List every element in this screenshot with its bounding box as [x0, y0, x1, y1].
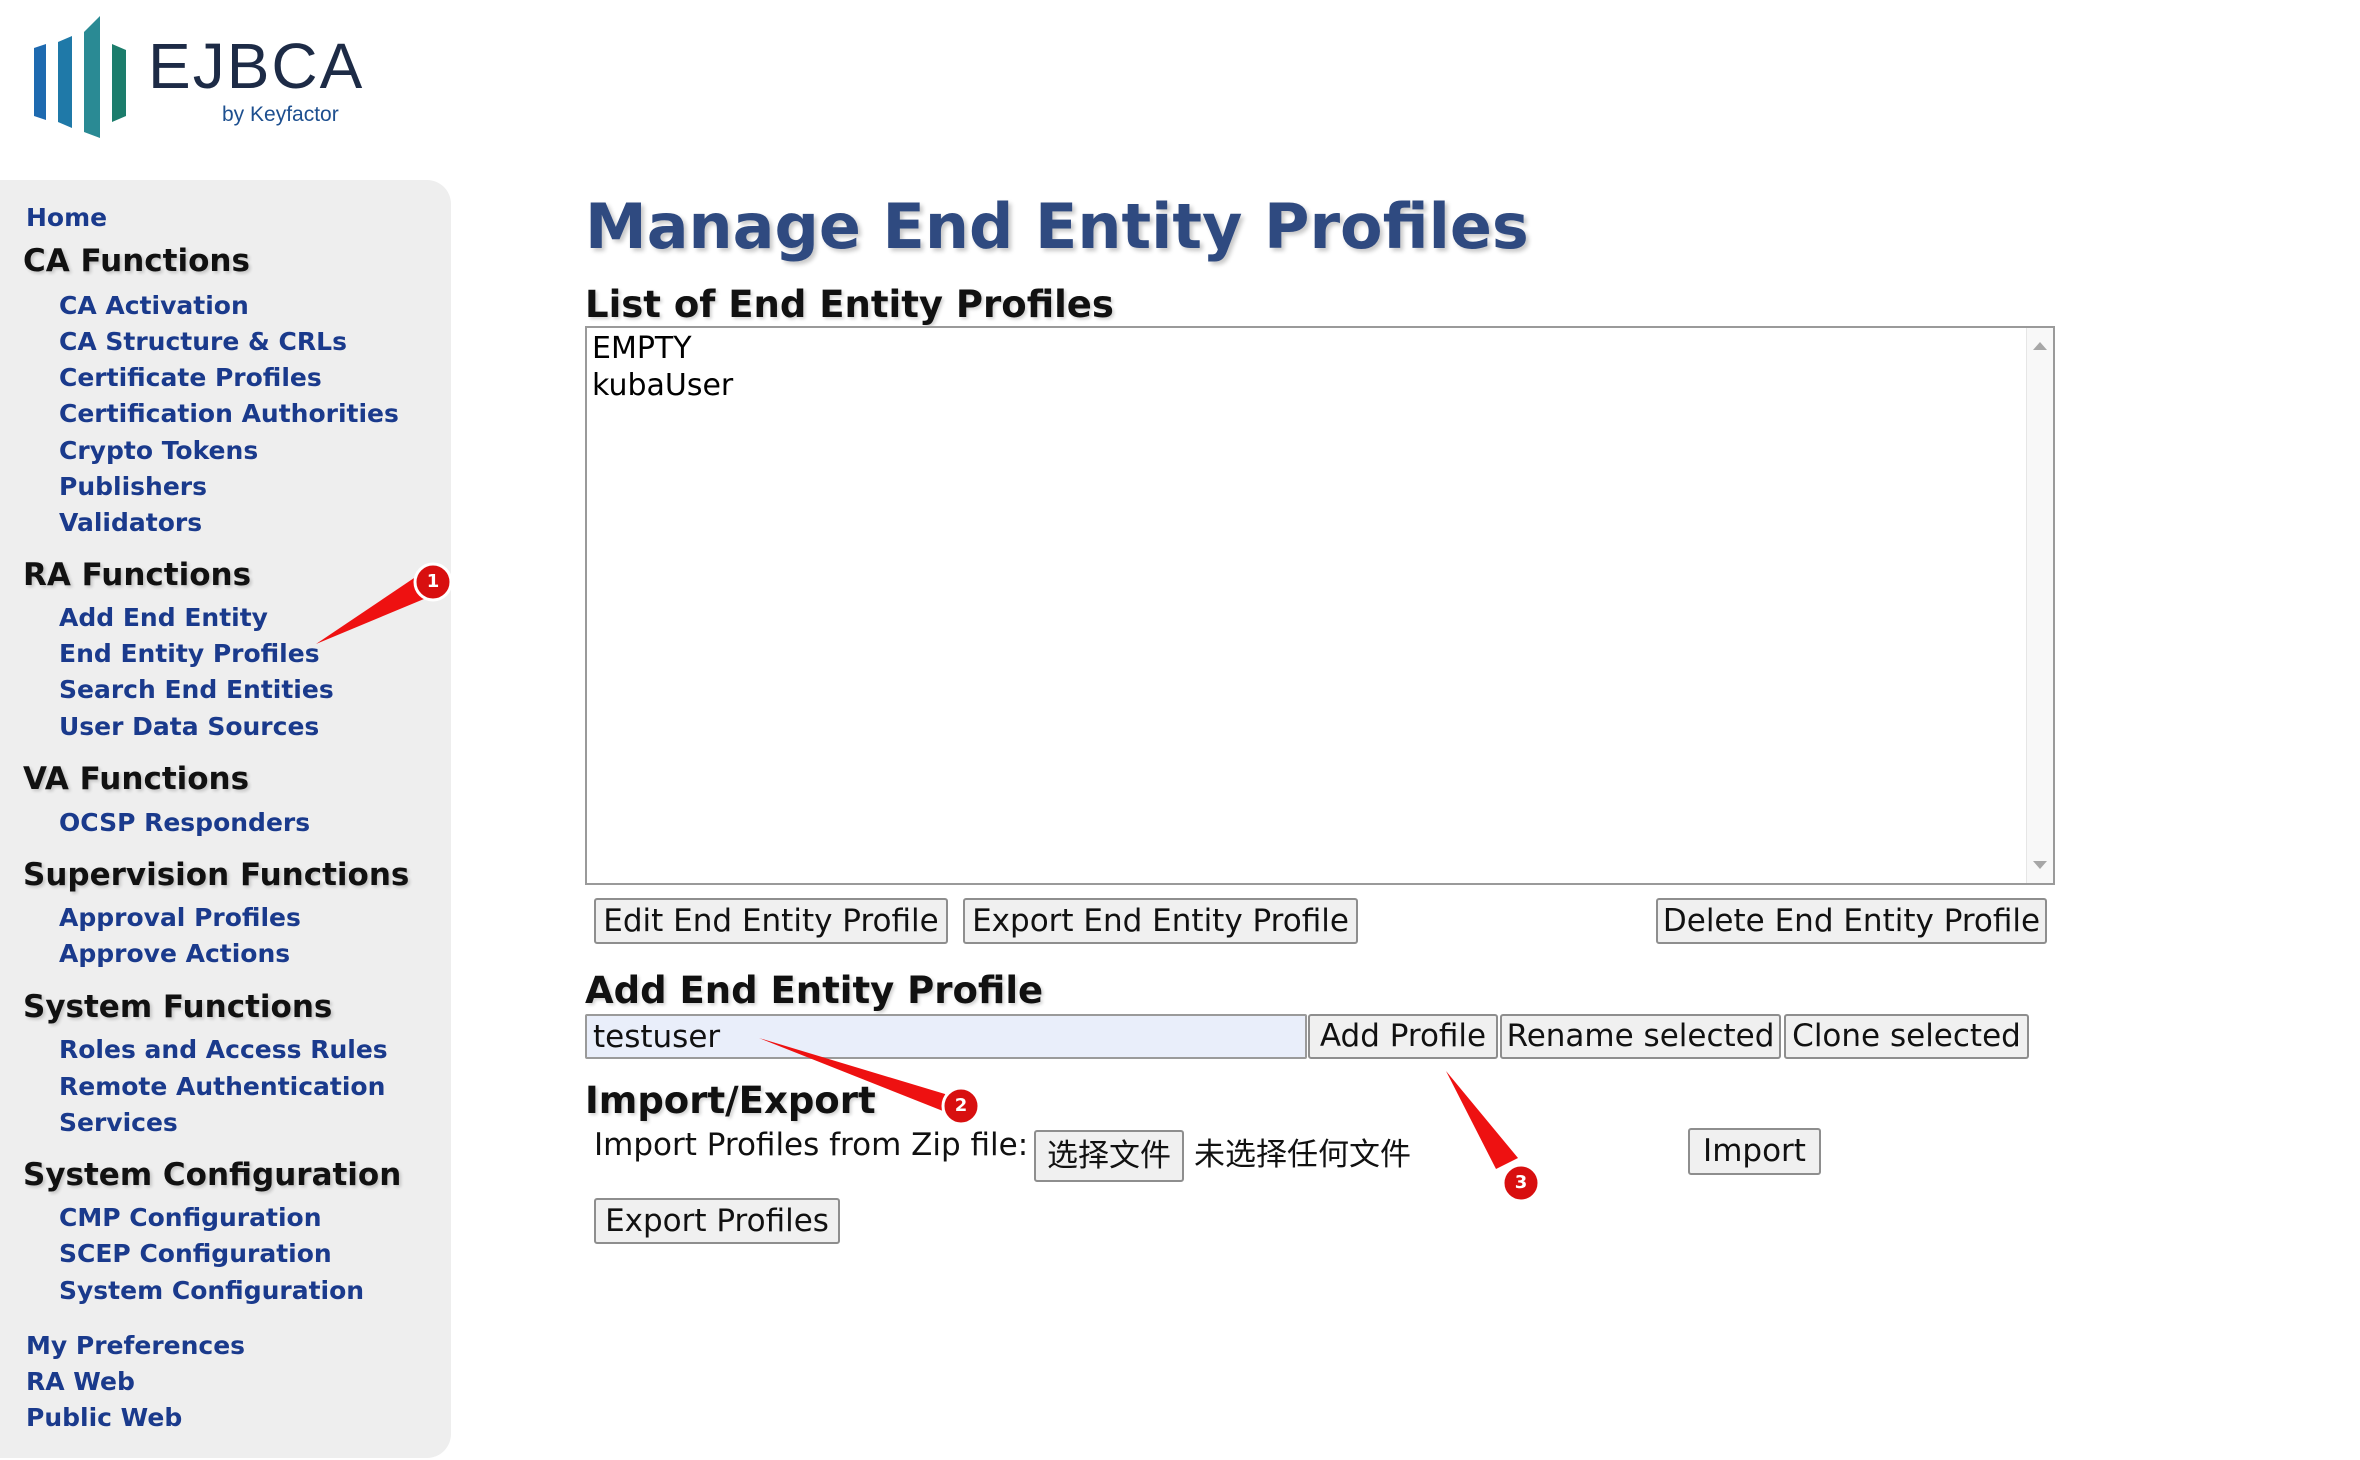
profile-name-input[interactable]	[585, 1014, 1307, 1059]
nav-search-end-entities[interactable]: Search End Entities	[59, 677, 334, 702]
ejbca-logo: EJBCA by Keyfactor	[28, 14, 368, 144]
nav-heading-system-functions: System Functions	[23, 989, 333, 1025]
list-item-profile[interactable]: EMPTY	[592, 334, 692, 364]
nav-home[interactable]: Home	[26, 205, 107, 230]
choose-file-button[interactable]: 选择文件	[1034, 1130, 1184, 1182]
profile-listbox[interactable]: EMPTY kubaUser	[585, 326, 2055, 885]
edit-profile-button[interactable]: Edit End Entity Profile	[594, 898, 948, 944]
nav-add-end-entity[interactable]: Add End Entity	[59, 605, 268, 630]
nav-approval-profiles[interactable]: Approval Profiles	[59, 905, 301, 930]
rename-selected-button[interactable]: Rename selected	[1500, 1014, 1781, 1059]
nav-end-entity-profiles[interactable]: End Entity Profiles	[59, 641, 320, 666]
nav-heading-ca-functions: CA Functions	[23, 243, 250, 279]
nav-publishers[interactable]: Publishers	[59, 474, 207, 499]
annotation-marker-3: 3	[1514, 1172, 1528, 1193]
nav-heading-ra-functions: RA Functions	[23, 557, 252, 593]
list-heading: List of End Entity Profiles	[585, 283, 1114, 326]
sidebar-nav: Home CA Functions CA Activation CA Struc…	[0, 180, 451, 1458]
list-scrollbar[interactable]	[2026, 328, 2053, 883]
nav-scep-configuration[interactable]: SCEP Configuration	[59, 1241, 332, 1266]
delete-profile-button[interactable]: Delete End Entity Profile	[1656, 898, 2047, 944]
nav-approve-actions[interactable]: Approve Actions	[59, 941, 290, 966]
logo-tagline: by Keyfactor	[222, 103, 339, 126]
export-profiles-button[interactable]: Export Profiles	[594, 1198, 840, 1244]
nav-roles-access-rules[interactable]: Roles and Access Rules	[59, 1037, 388, 1062]
nav-certification-authorities[interactable]: Certification Authorities	[59, 401, 399, 426]
logo-bars-icon	[34, 16, 126, 138]
nav-cmp-configuration[interactable]: CMP Configuration	[59, 1205, 322, 1230]
nav-user-data-sources[interactable]: User Data Sources	[59, 714, 319, 739]
nav-system-configuration[interactable]: System Configuration	[59, 1278, 364, 1303]
nav-my-preferences[interactable]: My Preferences	[26, 1333, 245, 1358]
export-profile-button[interactable]: Export End Entity Profile	[963, 898, 1358, 944]
import-button[interactable]: Import	[1688, 1128, 1821, 1175]
nav-heading-system-configuration: System Configuration	[23, 1157, 402, 1193]
scroll-up-arrow-icon[interactable]	[2033, 342, 2047, 350]
nav-ra-web[interactable]: RA Web	[26, 1369, 135, 1394]
logo-name: EJBCA	[148, 30, 365, 102]
nav-validators[interactable]: Validators	[59, 510, 202, 535]
no-file-selected-text: 未选择任何文件	[1194, 1137, 1411, 1173]
nav-remote-authentication[interactable]: Remote Authentication	[59, 1074, 385, 1099]
nav-services[interactable]: Services	[59, 1110, 178, 1135]
nav-certificate-profiles[interactable]: Certificate Profiles	[59, 365, 322, 390]
list-item-profile[interactable]: kubaUser	[592, 371, 733, 401]
nav-ca-activation[interactable]: CA Activation	[59, 293, 249, 318]
add-profile-button[interactable]: Add Profile	[1308, 1014, 1498, 1059]
nav-heading-va-functions: VA Functions	[23, 761, 250, 797]
add-profile-heading: Add End Entity Profile	[585, 969, 1044, 1012]
scroll-down-arrow-icon[interactable]	[2033, 861, 2047, 869]
nav-public-web[interactable]: Public Web	[26, 1405, 182, 1430]
import-zip-label: Import Profiles from Zip file:	[594, 1127, 1029, 1163]
annotation-marker-2: 2	[954, 1095, 968, 1116]
import-export-heading: Import/Export	[585, 1079, 876, 1122]
clone-selected-button[interactable]: Clone selected	[1784, 1014, 2029, 1059]
nav-heading-supervision-functions: Supervision Functions	[23, 857, 410, 893]
nav-ca-structure-crls[interactable]: CA Structure & CRLs	[59, 329, 347, 354]
nav-crypto-tokens[interactable]: Crypto Tokens	[59, 438, 258, 463]
page-title: Manage End Entity Profiles	[585, 190, 1529, 263]
annotation-arrow-3	[1446, 1071, 1518, 1169]
nav-ocsp-responders[interactable]: OCSP Responders	[59, 810, 310, 835]
